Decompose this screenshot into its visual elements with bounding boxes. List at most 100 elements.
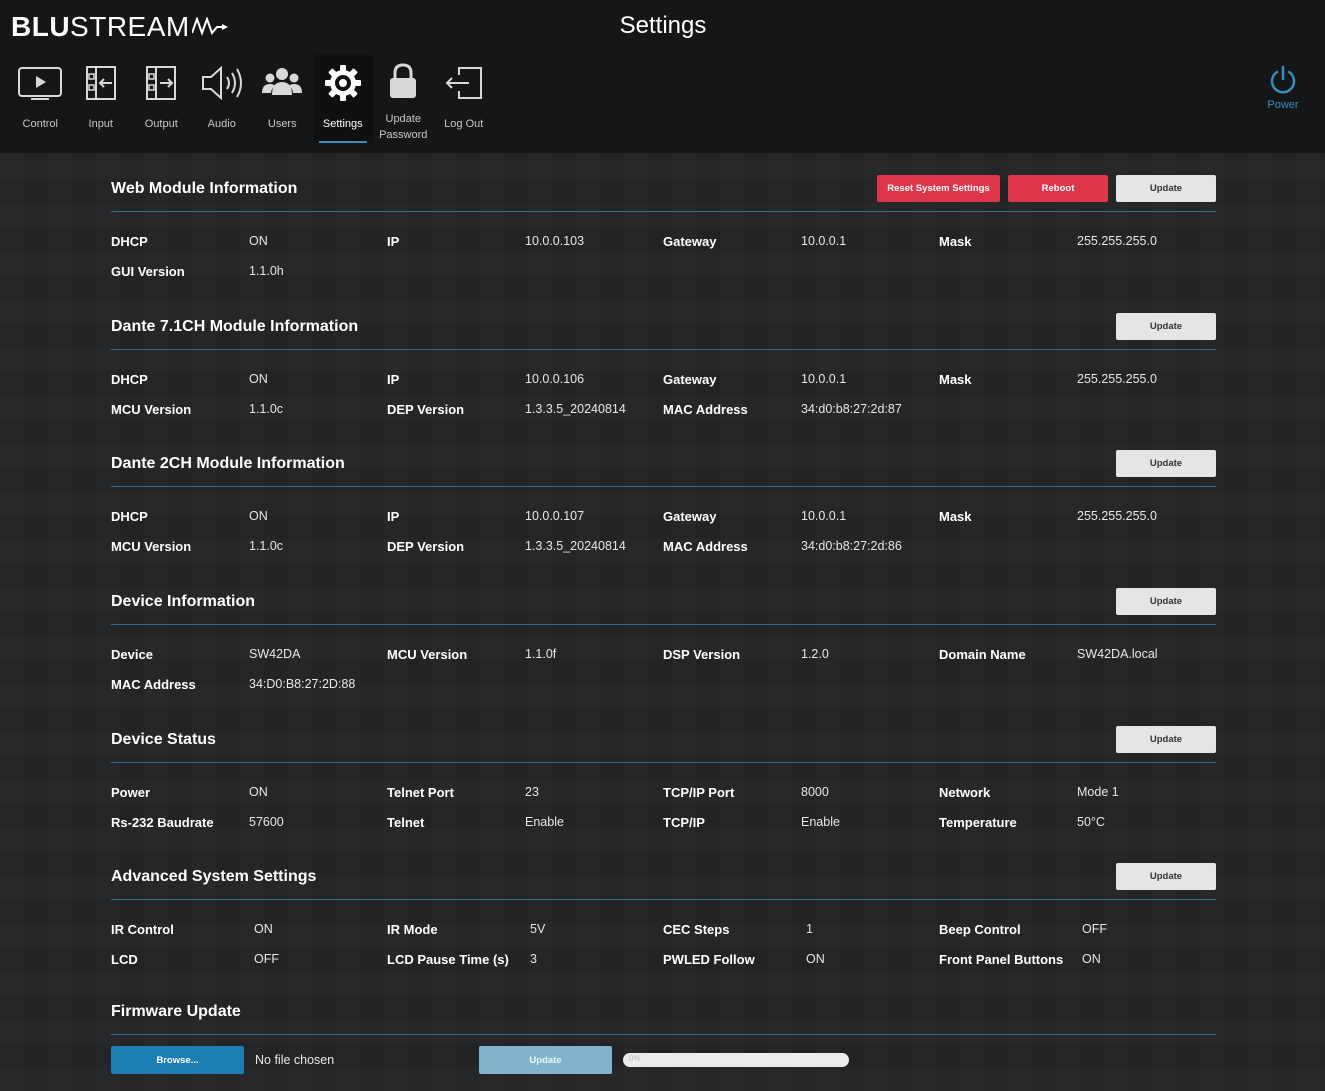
field-label: DHCP [111, 508, 148, 524]
field-value[interactable]: OFF [1082, 922, 1107, 936]
section-title: Dante 7.1CH Module Information [111, 318, 359, 335]
field-label: LCD Pause Time (s) [387, 951, 509, 967]
field-label: DHCP [111, 371, 148, 387]
field-label: IP [387, 508, 400, 524]
field-label: Mask [939, 233, 972, 249]
firmware-update-section: Firmware Update [111, 996, 1216, 1035]
field-label: Gateway [663, 371, 717, 387]
field-label: Temperature [939, 814, 1017, 830]
update-button[interactable]: Update [1116, 175, 1216, 202]
reset-system-settings-button[interactable]: Reset System Settings [877, 175, 1000, 202]
field-value: 255.255.255.0 [1077, 372, 1157, 386]
field-value[interactable]: ON [254, 922, 273, 936]
field-label: MAC Address [663, 401, 748, 417]
update-button[interactable]: Update [1116, 863, 1216, 890]
field-value[interactable]: 5V [530, 922, 545, 936]
nav-input[interactable]: Input [71, 55, 132, 143]
main-nav: Control Input Output Audio Users Setting… [10, 55, 494, 143]
logo-wave-arrow-icon [191, 17, 228, 36]
output-arrow-icon [146, 66, 177, 100]
field-value[interactable]: 3 [530, 952, 537, 966]
nav-label: Users [267, 118, 297, 130]
power-icon [1270, 65, 1296, 94]
section-title: Device Status [111, 731, 216, 748]
field-value: 1.2.0 [801, 647, 829, 661]
nav-audio[interactable]: Audio [192, 55, 253, 143]
field-label: MCU Version [111, 401, 192, 417]
field-value: Enable [801, 815, 840, 829]
field-value: 255.255.255.0 [1077, 509, 1157, 523]
nav-update-password[interactable]: Update Password [373, 55, 434, 143]
field-value[interactable]: ON [1082, 952, 1101, 966]
nav-label: Update Password [379, 113, 428, 141]
field-value: 57600 [249, 815, 284, 829]
logo-bold-text: BLU [11, 11, 71, 42]
field-value: 10.0.0.107 [525, 509, 585, 523]
field-label: Mask [939, 508, 972, 524]
input-arrow-icon [85, 66, 116, 100]
update-button[interactable]: Update [1116, 450, 1216, 477]
field-value: 10.0.0.1 [801, 372, 847, 386]
field-value: ON [249, 785, 268, 799]
web-module-section: Web Module Information Reset System Sett… [111, 173, 1216, 286]
field-label: Beep Control [939, 921, 1021, 937]
nav-control[interactable]: Control [10, 55, 71, 143]
field-label: IR Control [111, 921, 174, 937]
field-label: Power [111, 784, 151, 800]
update-button[interactable]: Update [1116, 588, 1216, 615]
nav-output[interactable]: Output [131, 55, 192, 143]
field-value: SW42DA.local [1077, 647, 1158, 661]
field-label: MAC Address [111, 676, 196, 692]
field-value[interactable]: ON [806, 952, 825, 966]
lock-icon [390, 62, 417, 98]
gear-icon [324, 65, 361, 101]
field-value: 10.0.0.1 [801, 234, 847, 248]
field-value: 1.1.0c [249, 402, 284, 416]
page-title: Settings [619, 12, 707, 39]
top-bar: BLU STREAM Settings Control Input Output… [0, 0, 1325, 153]
firmware-controls: Browse... No file chosen Update 0% [111, 1046, 849, 1074]
browse-button[interactable]: Browse... [111, 1046, 244, 1074]
field-value: 1.1.0h [249, 264, 284, 278]
reboot-button[interactable]: Reboot [1008, 175, 1108, 202]
field-value: 8000 [801, 785, 829, 799]
settings-content: Web Module Information Reset System Sett… [0, 153, 1325, 1091]
nav-settings[interactable]: Settings [312, 55, 373, 143]
nav-users[interactable]: Users [252, 55, 313, 143]
update-button[interactable]: Update [1116, 313, 1216, 340]
field-label: Gateway [663, 233, 717, 249]
field-value[interactable]: 1 [806, 922, 813, 936]
field-value: 34:d0:b8:27:2d:87 [801, 402, 902, 416]
field-value: ON [249, 509, 268, 523]
field-label: DEP Version [387, 401, 465, 417]
field-value: 10.0.0.106 [525, 372, 585, 386]
field-value[interactable]: OFF [254, 952, 279, 966]
section-title: Advanced System Settings [111, 868, 317, 885]
field-label: Gateway [663, 508, 717, 524]
device-status-section: Device Status Update Power ON Telnet Port… [111, 724, 1216, 837]
update-button[interactable]: Update [1116, 726, 1216, 753]
field-value: 34:d0:b8:27:2d:86 [801, 539, 902, 553]
section-title: Web Module Information [111, 180, 298, 197]
field-label: LCD [111, 951, 138, 967]
field-label: TCP/IP [663, 814, 705, 830]
file-status: No file chosen [255, 1053, 335, 1067]
speaker-icon [201, 65, 242, 101]
field-value: 10.0.0.1 [801, 509, 847, 523]
firmware-update-button[interactable]: Update [479, 1046, 612, 1074]
nav-log-out[interactable]: Log Out [434, 55, 495, 143]
field-label: DHCP [111, 233, 148, 249]
field-label: Mask [939, 371, 972, 387]
progress-text: 0% [629, 1054, 641, 1063]
field-label: Network [939, 784, 991, 800]
field-label: CEC Steps [663, 921, 730, 937]
field-label: Front Panel Buttons [939, 951, 1064, 967]
power-label: Power [1267, 99, 1299, 111]
field-label: MCU Version [387, 646, 468, 662]
field-label: DEP Version [387, 538, 465, 554]
field-label: Telnet Port [387, 784, 454, 800]
field-label: IP [387, 233, 400, 249]
device-information-section: Device Information Update Device SW42DA M… [111, 586, 1216, 699]
power-button[interactable]: Power [1260, 65, 1306, 111]
blustream-logo: BLU STREAM [11, 11, 228, 42]
